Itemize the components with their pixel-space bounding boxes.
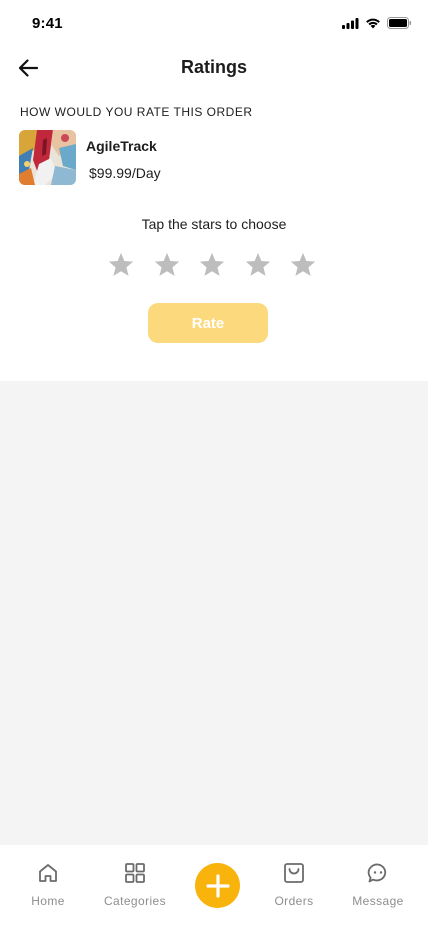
add-button[interactable] [195,863,240,908]
tab-categories-label: Categories [103,894,167,908]
star-1-button[interactable] [107,250,135,278]
tab-categories[interactable]: Categories [97,861,173,911]
star-icon [199,252,225,276]
star-2-button[interactable] [153,250,181,278]
header: Ratings [0,48,428,88]
tab-message-label: Message [352,894,404,908]
tab-home-label: Home [31,894,65,908]
bottom-tab-bar: Home Categories Orders Message [0,845,428,926]
tab-orders-label: Orders [274,894,314,908]
star-icon [154,252,179,276]
status-bar: 9:41 [0,0,428,48]
signal-icon [342,17,359,29]
chat-bubble-icon [366,861,390,885]
product-image [19,130,76,185]
star-icon [108,252,134,276]
star-rating [107,250,317,280]
status-time: 9:41 [32,15,63,32]
star-5-button[interactable] [289,250,317,278]
grid-icon [123,861,147,885]
star-3-button[interactable] [198,250,226,278]
tab-home[interactable]: Home [28,861,68,911]
rate-button[interactable]: Rate [148,303,268,343]
product-name: AgileTrack [86,138,157,154]
tab-message[interactable]: Message [348,861,408,911]
product-price: $99.99/Day [89,165,161,181]
rate-order-heading: HOW WOULD YOU RATE THIS ORDER [20,105,253,119]
home-icon [36,861,60,885]
plus-icon [205,873,230,898]
status-icons [342,17,412,29]
battery-icon [387,17,412,29]
content-background [0,381,428,845]
rating-hint: Tap the stars to choose [141,216,287,232]
product-card: AgileTrack $99.99/Day [19,130,419,186]
wifi-icon [366,18,380,29]
page-title: Ratings [180,57,247,77]
star-icon [245,252,270,276]
tab-orders[interactable]: Orders [270,861,318,911]
shopping-bag-icon [282,861,306,885]
star-4-button[interactable] [244,250,272,278]
star-icon [290,252,316,276]
